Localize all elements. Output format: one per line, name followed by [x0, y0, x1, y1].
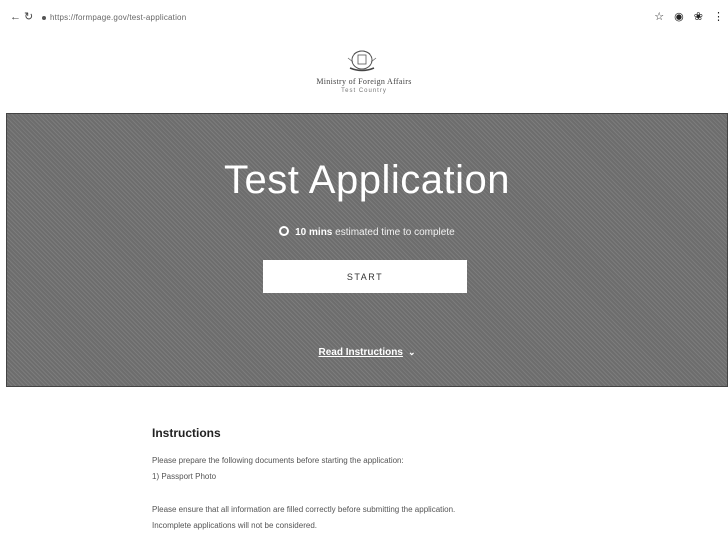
- start-button[interactable]: START: [263, 260, 467, 293]
- read-instructions-label: Read Instructions: [318, 347, 403, 358]
- clock-icon: [279, 226, 290, 236]
- coat-of-arms-icon: [347, 50, 377, 72]
- secure-icon: [42, 15, 46, 20]
- instructions-heading: Instructions: [152, 426, 221, 440]
- page-title: Test Application: [224, 158, 510, 202]
- instructions-line-2: 1) Passport Photo: [152, 472, 217, 481]
- star-icon[interactable]: ☆: [654, 10, 664, 23]
- instructions-line-4: Incomplete applications will not be cons…: [152, 521, 317, 530]
- address-bar[interactable]: https://formpage.gov/test-application: [42, 13, 186, 22]
- menu-icon[interactable]: ⋮: [713, 10, 724, 23]
- instructions-line-3: Please ensure that all information are f…: [152, 505, 456, 514]
- instructions-line-1: Please prepare the following documents b…: [152, 456, 404, 465]
- time-value: 10 mins: [295, 227, 333, 238]
- back-icon[interactable]: ←: [10, 12, 21, 23]
- browser-toolbar: ← ↻ https://formpage.gov/test-applicatio…: [0, 0, 728, 34]
- time-suffix: estimated time to complete: [335, 227, 455, 238]
- toolbar-icons: ☆ ◉ ❀ ⋮: [654, 10, 724, 23]
- ministry-name: Ministry of Foreign Affairs: [316, 77, 412, 86]
- url-text: https://formpage.gov/test-application: [50, 13, 187, 22]
- reload-icon[interactable]: ↻: [24, 12, 33, 23]
- extension-icon[interactable]: ◉: [674, 10, 684, 23]
- hero-banner: Test Application 10 mins estimated time …: [6, 113, 728, 387]
- chevron-down-icon: ⌄: [407, 347, 416, 357]
- read-instructions-link[interactable]: Read Instructions ⌄: [7, 347, 727, 358]
- country-name: Test Country: [341, 88, 387, 94]
- estimated-time: 10 mins estimated time to complete: [7, 226, 727, 238]
- profile-icon[interactable]: ❀: [694, 10, 703, 23]
